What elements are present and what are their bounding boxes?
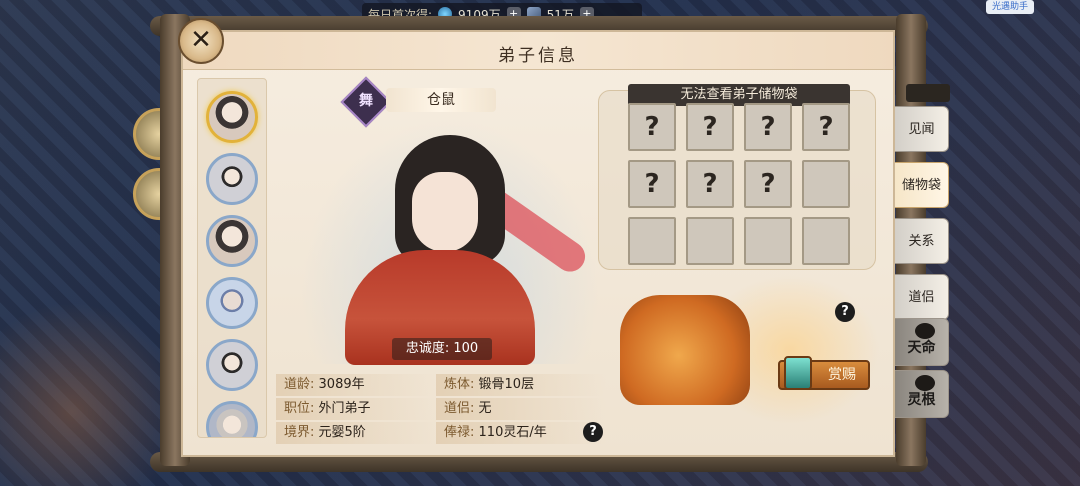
disciple-list[interactable]	[197, 78, 267, 438]
info-value: 110灵石/年	[478, 425, 547, 440]
bag-slot[interactable]: ?	[686, 160, 734, 208]
page-title: 弟子信息	[498, 46, 578, 66]
close-icon[interactable]: ✕	[178, 18, 224, 64]
tab-tianming[interactable]: 天命	[895, 318, 949, 366]
tab-jianwen[interactable]: 见闻	[895, 106, 949, 152]
info-row: 职位: 外门弟子 道侣: 无	[276, 398, 606, 420]
disciple-avatar-selected[interactable]	[206, 91, 258, 143]
info-table: 道龄: 3089年 炼体: 锻骨10层 职位: 外门弟子 道侣: 无 境界: 元…	[276, 374, 606, 450]
tianming-icon	[915, 323, 935, 339]
disciple-avatar[interactable]	[206, 401, 258, 437]
info-value: 元婴5阶	[318, 425, 366, 440]
bag-slot[interactable]: ?	[744, 103, 792, 151]
salary-help-icon[interactable]: ?	[583, 422, 603, 442]
bag-slot-empty[interactable]	[744, 217, 792, 265]
disciple-avatar[interactable]	[206, 277, 258, 329]
bag-slot-empty[interactable]	[802, 160, 850, 208]
bag-slot[interactable]: ?	[802, 103, 850, 151]
loyalty-value: 忠诚度: 100	[392, 338, 492, 360]
info-value: 锻骨10层	[478, 377, 535, 392]
tab-storage-bag[interactable]: 储物袋	[895, 162, 949, 208]
info-key: 道侣:	[444, 401, 475, 416]
disciple-name: 仓鼠	[386, 88, 496, 112]
info-row: 道龄: 3089年 炼体: 锻骨10层	[276, 374, 606, 396]
helper-button[interactable]: 光遇助手	[986, 0, 1034, 14]
reward-bag-illustration	[620, 295, 750, 405]
tab-top-cap	[906, 84, 950, 102]
info-value: 3089年	[318, 377, 365, 392]
bag-slot-empty[interactable]	[686, 217, 734, 265]
bag-slot-empty[interactable]	[628, 217, 676, 265]
info-cell: 道龄: 3089年	[276, 374, 436, 396]
rank-badge-text: 舞	[359, 93, 373, 109]
info-cell: 职位: 外门弟子	[276, 398, 436, 420]
bag-slot[interactable]: ?	[628, 103, 676, 151]
info-cell: 道侣: 无	[436, 398, 606, 420]
info-key: 职位:	[284, 401, 315, 416]
info-cell: 境界: 元婴5阶	[276, 422, 436, 444]
bag-slot[interactable]: ?	[686, 103, 734, 151]
tab-relations[interactable]: 关系	[895, 218, 949, 264]
disciple-avatar[interactable]	[206, 339, 258, 391]
info-key: 炼体:	[444, 377, 475, 392]
tab-daolv[interactable]: 道侣	[895, 274, 949, 320]
bag-slot[interactable]: ?	[744, 160, 792, 208]
bag-slot-empty[interactable]	[802, 217, 850, 265]
gift-box-icon	[784, 356, 812, 390]
bag-slot[interactable]: ?	[628, 160, 676, 208]
tab-tianming-label: 天命	[907, 340, 936, 356]
info-value: 外门弟子	[318, 401, 371, 416]
info-cell: 俸禄: 110灵石/年	[436, 422, 606, 444]
tab-linggen-label: 灵根	[907, 392, 936, 408]
info-key: 道龄:	[284, 377, 315, 392]
panel-header: 弟子信息	[183, 32, 893, 70]
info-value: 无	[478, 401, 492, 416]
disciple-avatar[interactable]	[206, 153, 258, 205]
tab-linggen[interactable]: 灵根	[895, 370, 949, 418]
reward-help-icon[interactable]: ?	[835, 302, 855, 322]
info-key: 俸禄:	[444, 425, 475, 440]
info-row: 境界: 元婴5阶 俸禄: 110灵石/年	[276, 422, 606, 444]
info-key: 境界:	[284, 425, 315, 440]
linggen-icon	[915, 375, 935, 391]
character-face	[412, 172, 478, 252]
info-cell: 炼体: 锻骨10层	[436, 374, 606, 396]
disciple-avatar[interactable]	[206, 215, 258, 267]
